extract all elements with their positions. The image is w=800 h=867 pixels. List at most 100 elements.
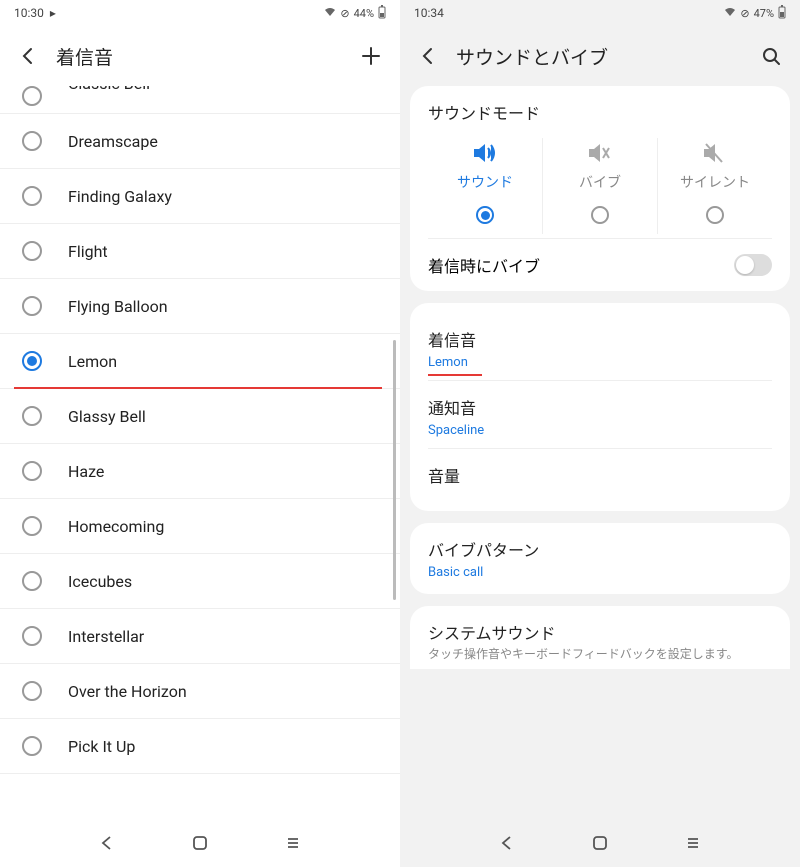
nav-back-button[interactable] (98, 834, 116, 852)
back-button[interactable] (18, 46, 38, 66)
ringtone-label: Over the Horizon (68, 682, 187, 701)
sound-mode-row: サウンド バイブ サイレント (428, 138, 772, 234)
ringtone-item[interactable]: Haze (0, 444, 400, 499)
no-sim-icon: ⊘ (740, 7, 749, 20)
radio-icon[interactable] (22, 626, 42, 646)
mode-sound[interactable]: サウンド (428, 138, 542, 234)
mode-vibrate[interactable]: バイブ (542, 138, 657, 234)
nav-recents-button[interactable] (284, 834, 302, 852)
ringtone-item[interactable]: Glassy Bell (0, 389, 400, 444)
setting-label: バイブパターン (428, 537, 772, 561)
ringtone-list[interactable]: Classic Bell Dreamscape Finding Galaxy F… (0, 86, 400, 819)
ringtone-label: Lemon (68, 352, 117, 371)
nav-recents-button[interactable] (684, 834, 702, 852)
setting-label: 着信音 (428, 327, 772, 351)
ringtone-item[interactable]: Flying Balloon (0, 279, 400, 334)
wifi-icon (724, 7, 736, 20)
notification-setting[interactable]: 通知音 Spaceline (428, 380, 772, 448)
setting-description: タッチ操作音やキーボードフィードバックを設定します。 (428, 646, 772, 663)
radio-icon[interactable] (22, 351, 42, 371)
sound-settings-card: 着信音 Lemon 通知音 Spaceline 音量 (410, 303, 790, 511)
radio-icon[interactable] (22, 186, 42, 206)
vibrate-icon (587, 142, 613, 164)
battery-text: 47% (754, 7, 774, 20)
mode-silent[interactable]: サイレント (657, 138, 772, 234)
setting-value: Spaceline (428, 423, 484, 438)
ringtone-label: Glassy Bell (68, 407, 146, 426)
scrollbar[interactable] (393, 340, 396, 600)
back-button[interactable] (418, 46, 438, 66)
radio-icon[interactable] (591, 206, 609, 224)
page-title: 着信音 (56, 43, 342, 70)
search-button[interactable] (760, 45, 782, 67)
page-title: サウンドとバイブ (456, 43, 742, 70)
highlight-underline (428, 374, 482, 376)
ringtone-label: Flight (68, 242, 108, 261)
ringtone-label: Classic Bell (68, 86, 150, 93)
ringtone-label: Interstellar (68, 627, 144, 646)
ringtone-item[interactable]: Icecubes (0, 554, 400, 609)
ringtone-item[interactable]: Dreamscape (0, 114, 400, 169)
status-bar: 10:30 ▸ ⊘ 44% (0, 0, 400, 26)
ringtone-item[interactable]: Interstellar (0, 609, 400, 664)
radio-icon[interactable] (22, 516, 42, 536)
ringtone-item[interactable]: Pick It Up (0, 719, 400, 774)
nav-home-button[interactable] (591, 834, 609, 852)
nav-home-button[interactable] (191, 834, 209, 852)
radio-icon[interactable] (22, 131, 42, 151)
toggle-switch[interactable] (734, 254, 772, 276)
system-nav (0, 819, 400, 867)
play-icon: ▸ (50, 6, 56, 20)
ringtone-item-selected[interactable]: Lemon (0, 334, 400, 389)
ringtone-label: Icecubes (68, 572, 132, 591)
ringtone-label: Flying Balloon (68, 297, 168, 316)
radio-icon[interactable] (22, 241, 42, 261)
mute-icon (702, 142, 728, 164)
ringtone-label: Finding Galaxy (68, 187, 172, 206)
radio-icon[interactable] (22, 461, 42, 481)
ringtone-label: Haze (68, 462, 104, 481)
system-nav (400, 819, 800, 867)
ringtone-screen: 10:30 ▸ ⊘ 44% 着信音 Classic Bell (0, 0, 400, 867)
app-bar: サウンドとバイブ (400, 26, 800, 86)
battery-text: 44% (354, 7, 374, 20)
vibration-pattern-card[interactable]: バイブパターン Basic call (410, 523, 790, 594)
ringtone-item[interactable]: Homecoming (0, 499, 400, 554)
setting-label: 音量 (428, 463, 772, 487)
volume-setting[interactable]: 音量 (428, 448, 772, 497)
ringtone-item[interactable]: Flight (0, 224, 400, 279)
radio-icon[interactable] (706, 206, 724, 224)
sound-settings-screen: 10:34 ⊘ 47% サウンドとバイブ サウンドモード (400, 0, 800, 867)
radio-icon[interactable] (22, 681, 42, 701)
radio-icon[interactable] (22, 571, 42, 591)
radio-icon[interactable] (476, 206, 494, 224)
clock: 10:34 (414, 6, 444, 20)
setting-label: 通知音 (428, 395, 772, 419)
ringtone-item[interactable]: Classic Bell (0, 86, 400, 114)
no-sim-icon: ⊘ (340, 7, 349, 20)
radio-icon[interactable] (22, 86, 42, 106)
ringtone-setting[interactable]: 着信音 Lemon (428, 317, 772, 380)
add-button[interactable] (360, 45, 382, 67)
speaker-icon (472, 142, 498, 164)
ringtone-label: Homecoming (68, 517, 164, 536)
radio-icon[interactable] (22, 296, 42, 316)
wifi-icon (324, 7, 336, 20)
setting-value: Basic call (428, 565, 483, 580)
setting-value: Lemon (428, 355, 468, 370)
sound-mode-title: サウンドモード (428, 100, 772, 124)
mode-label: サウンド (457, 172, 513, 192)
ringtone-label: Dreamscape (68, 132, 158, 151)
system-sound-card[interactable]: システムサウンド タッチ操作音やキーボードフィードバックを設定します。 (410, 606, 790, 669)
setting-label: システムサウンド (428, 620, 772, 644)
radio-icon[interactable] (22, 736, 42, 756)
radio-icon[interactable] (22, 406, 42, 426)
clock: 10:30 (14, 6, 44, 20)
ringtone-label: Pick It Up (68, 737, 135, 756)
vibrate-on-ring-label: 着信時にバイブ (428, 253, 540, 277)
nav-back-button[interactable] (498, 834, 516, 852)
vibrate-on-ring-row[interactable]: 着信時にバイブ (428, 238, 772, 277)
app-bar: 着信音 (0, 26, 400, 86)
ringtone-item[interactable]: Over the Horizon (0, 664, 400, 719)
ringtone-item[interactable]: Finding Galaxy (0, 169, 400, 224)
